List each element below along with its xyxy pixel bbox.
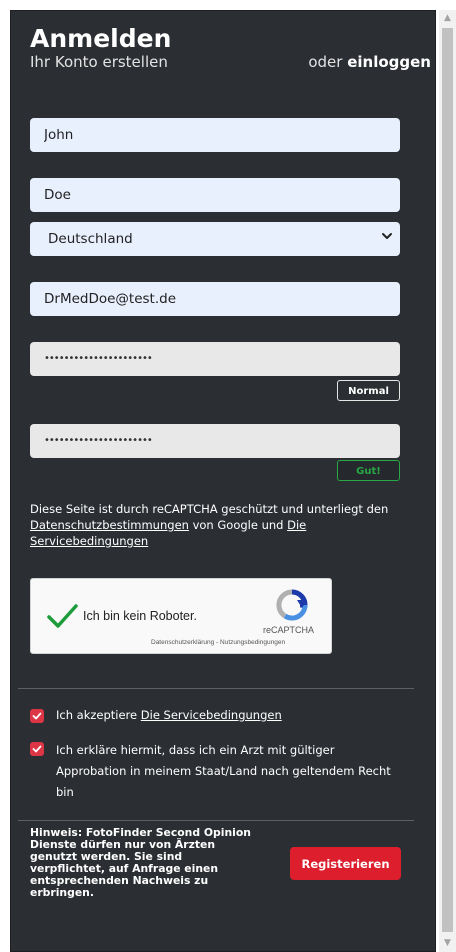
scroll-up-icon[interactable]: ▲ — [439, 10, 456, 27]
login-switch: oder einloggen — [308, 53, 431, 71]
recaptcha-notice: Diese Seite ist durch reCAPTCHA geschütz… — [30, 501, 400, 549]
confirm-strength-badge: Gut! — [337, 460, 400, 481]
physician-checkbox[interactable] — [30, 742, 44, 756]
terms-checkbox-link[interactable]: Die Servicebedingungen — [141, 708, 282, 722]
scroll-down-icon[interactable]: ▼ — [439, 935, 456, 952]
terms-prefix: Ich akzeptiere — [56, 708, 138, 722]
password-input[interactable]: •••••••••••••••••••••• — [30, 342, 400, 376]
or-text: oder — [308, 53, 343, 71]
country-select[interactable]: Deutschland — [30, 222, 400, 256]
physician-checkbox-label: Ich erkläre hiermit, dass ich ein Arzt m… — [56, 743, 391, 799]
divider — [18, 820, 414, 821]
first-name-input[interactable] — [30, 118, 400, 152]
divider — [18, 688, 414, 689]
check-icon — [32, 712, 42, 720]
recaptcha-logo-icon — [276, 589, 308, 621]
password-confirm-input[interactable]: •••••••••••••••••••••• — [30, 424, 400, 458]
captcha-brand: reCAPTCHA — [263, 625, 315, 635]
captcha-links[interactable]: Datenschutzerklärung - Nutzungsbedingung… — [151, 639, 285, 646]
last-name-input[interactable] — [30, 178, 400, 212]
password-value: •••••••••••••••••••••• — [44, 353, 153, 364]
scrollbar[interactable]: ▲ ▼ — [439, 10, 456, 952]
terms-checkbox[interactable] — [30, 709, 44, 723]
email-input[interactable] — [30, 282, 400, 316]
terms-checkbox-label: Ich akzeptiere Die Servicebedingungen — [56, 705, 282, 725]
register-button[interactable]: Registerieren — [290, 847, 401, 880]
captcha-label: Ich bin kein Roboter. — [83, 609, 197, 623]
recaptcha-notice-text: Diese Seite ist durch reCAPTCHA geschütz… — [30, 502, 389, 516]
login-link[interactable]: einloggen — [347, 53, 431, 71]
password-strength-badge: Normal — [337, 380, 400, 401]
page-title: Anmelden — [30, 24, 172, 53]
recaptcha-widget: Ich bin kein Roboter. reCAPTCHA Datensch… — [30, 578, 332, 654]
password-confirm-value: •••••••••••••••••••••• — [44, 435, 153, 446]
chevron-down-icon — [382, 233, 392, 239]
recaptcha-notice-middle: von Google und — [192, 518, 284, 532]
scrollbar-thumb[interactable] — [442, 28, 453, 932]
country-select-value: Deutschland — [48, 231, 133, 247]
check-icon — [32, 745, 42, 753]
checkmark-icon[interactable] — [45, 601, 79, 631]
physician-hint: Hinweis: FotoFinder Second Opinion Diens… — [30, 826, 251, 899]
privacy-link[interactable]: Datenschutzbestimmungen — [30, 518, 189, 532]
page-subtitle: Ihr Konto erstellen — [30, 53, 168, 71]
